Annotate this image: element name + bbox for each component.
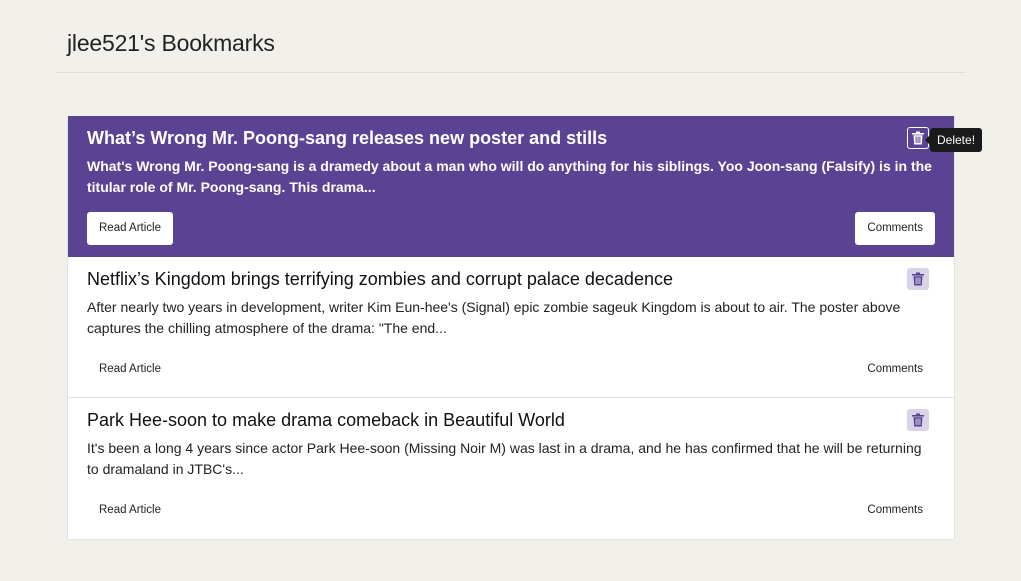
read-article-button[interactable]: Read Article <box>87 494 173 527</box>
bookmark-list: What’s Wrong Mr. Poong-sang releases new… <box>67 116 955 540</box>
comments-button[interactable]: Comments <box>855 494 935 527</box>
bookmark-description: It's been a long 4 years since actor Par… <box>87 440 922 477</box>
bookmark-title: What’s Wrong Mr. Poong-sang releases new… <box>87 128 608 148</box>
bookmark-description: After nearly two years in development, w… <box>87 299 901 336</box>
trash-icon <box>912 272 924 286</box>
comments-button[interactable]: Comments <box>855 212 935 245</box>
delete-button[interactable] <box>907 409 929 431</box>
bookmark-description: What's Wrong Mr. Poong-sang is a dramedy… <box>87 158 932 195</box>
delete-button[interactable] <box>907 268 929 290</box>
title-divider <box>55 72 966 73</box>
read-article-button[interactable]: Read Article <box>87 353 173 386</box>
bookmark-card: Park Hee-soon to make drama comeback in … <box>68 398 954 539</box>
trash-icon <box>912 131 924 145</box>
comments-button[interactable]: Comments <box>855 353 935 386</box>
page-title: jlee521's Bookmarks <box>67 30 275 56</box>
bookmark-title: Park Hee-soon to make drama comeback in … <box>87 410 565 430</box>
bookmark-card: Netflix’s Kingdom brings terrifying zomb… <box>68 257 954 398</box>
delete-tooltip: Delete! <box>924 128 983 152</box>
read-article-button[interactable]: Read Article <box>87 212 174 245</box>
bookmark-card: What’s Wrong Mr. Poong-sang releases new… <box>68 116 954 257</box>
bookmark-title: Netflix’s Kingdom brings terrifying zomb… <box>87 269 673 289</box>
trash-icon <box>912 413 924 427</box>
